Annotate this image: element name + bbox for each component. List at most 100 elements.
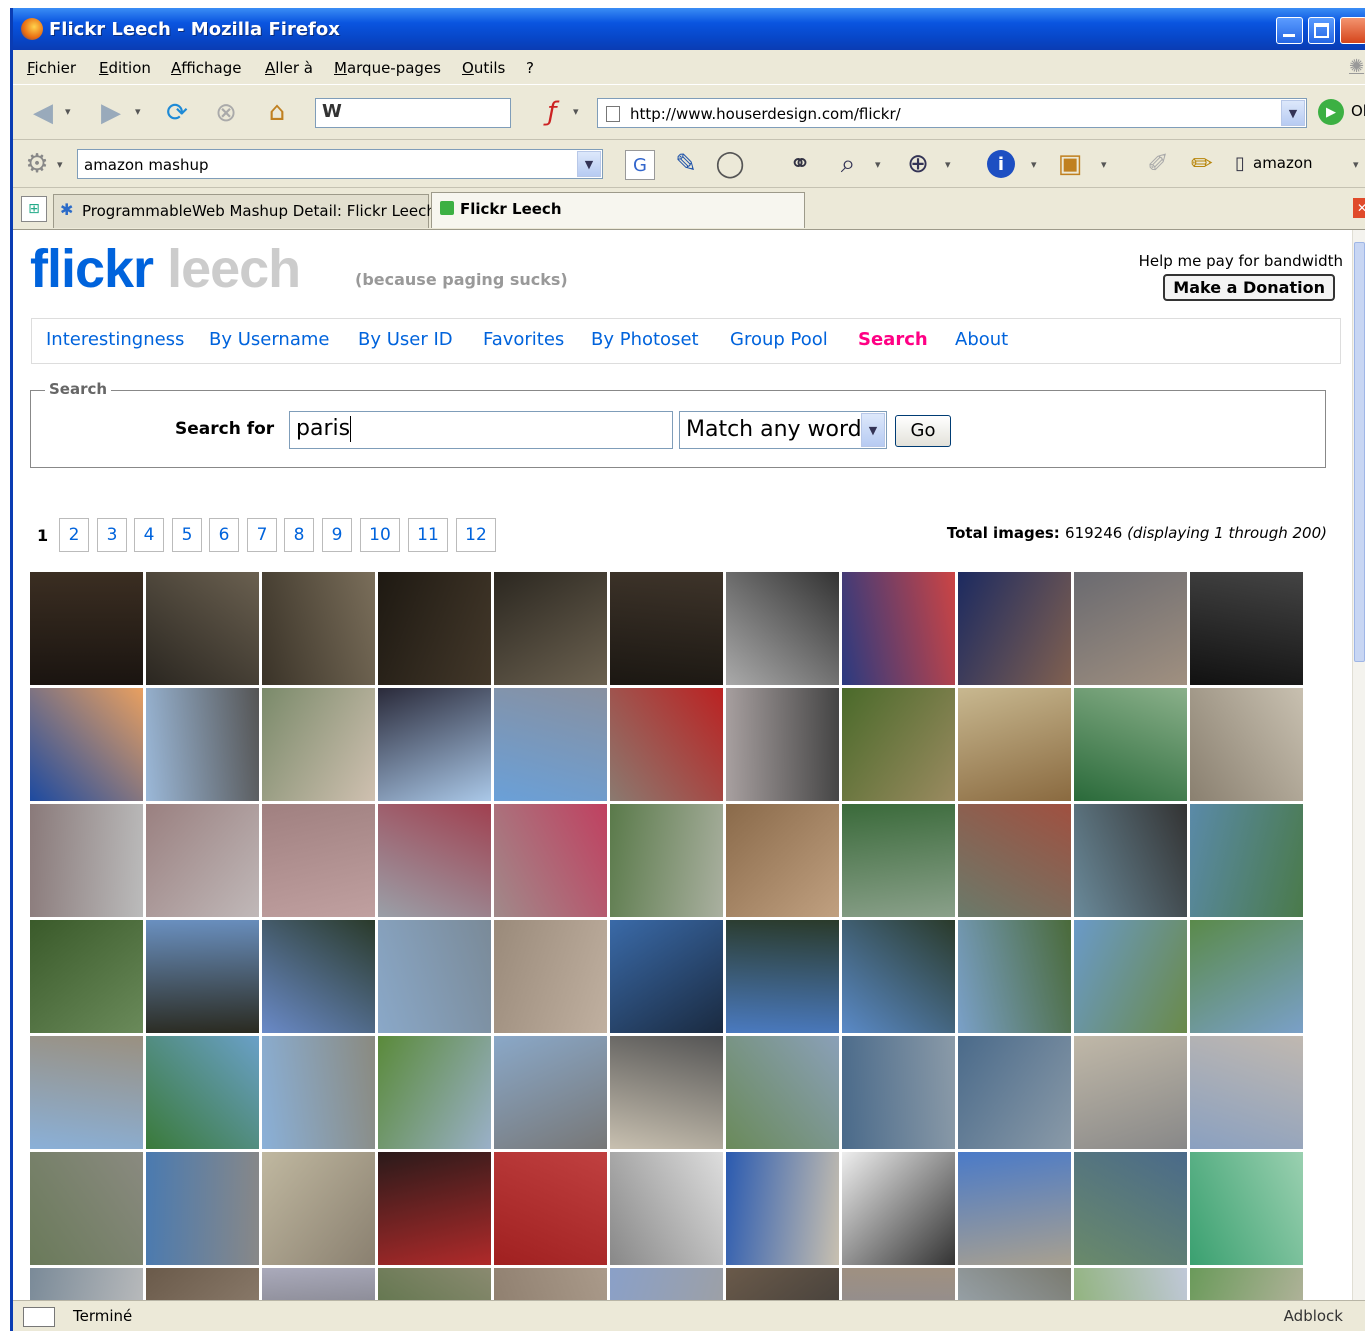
photo-thumbnail[interactable] (262, 920, 375, 1033)
photo-thumbnail[interactable] (378, 1268, 491, 1300)
search-input[interactable]: paris (289, 411, 673, 449)
amazon-icon[interactable]: ▯ (1231, 150, 1249, 176)
photo-thumbnail[interactable] (1074, 688, 1187, 801)
photo-thumbnail[interactable] (378, 1036, 491, 1149)
photo-thumbnail[interactable] (726, 572, 839, 685)
page-link-7[interactable]: 7 (247, 518, 277, 552)
photo-thumbnail[interactable] (726, 1036, 839, 1149)
photo-thumbnail[interactable] (610, 920, 723, 1033)
menu-edition[interactable]: Edition (99, 59, 151, 77)
photo-thumbnail[interactable] (30, 572, 143, 685)
photo-thumbnail[interactable] (726, 1152, 839, 1265)
photo-thumbnail[interactable] (958, 920, 1071, 1033)
photo-thumbnail[interactable] (610, 1152, 723, 1265)
photo-thumbnail[interactable] (1190, 920, 1303, 1033)
photo-thumbnail[interactable] (726, 1268, 839, 1300)
page-link-12[interactable]: 12 (456, 518, 496, 552)
info-icon[interactable]: i (987, 150, 1015, 178)
photo-thumbnail[interactable] (1074, 1152, 1187, 1265)
menu-aller[interactable]: Aller à (265, 59, 313, 77)
zoom-in-icon[interactable]: ⊕ (901, 148, 935, 180)
new-tab-icon[interactable]: ⊞ (21, 196, 47, 222)
photo-thumbnail[interactable] (610, 804, 723, 917)
zoom-dropdown-icon[interactable]: ▾ (945, 158, 951, 171)
photo-thumbnail[interactable] (494, 1268, 607, 1300)
menu-marque-pages[interactable]: Marque-pages (334, 59, 441, 77)
nav-interestingness[interactable]: Interestingness (46, 329, 184, 350)
url-dropdown-icon[interactable]: ▼ (1281, 100, 1305, 126)
page-link-8[interactable]: 8 (284, 518, 314, 552)
photo-thumbnail[interactable] (378, 688, 491, 801)
photo-thumbnail[interactable] (146, 1268, 259, 1300)
go-label[interactable]: Ol (1351, 102, 1365, 120)
toolbar-search-input[interactable]: amazon mashup ▼ (77, 149, 603, 179)
pdf-dropdown-icon[interactable]: ▾ (573, 105, 579, 118)
photo-thumbnail[interactable] (30, 688, 143, 801)
photo-thumbnail[interactable] (842, 1152, 955, 1265)
menu-fichier[interactable]: Fichier (27, 59, 76, 77)
photo-thumbnail[interactable] (842, 1036, 955, 1149)
photo-thumbnail[interactable] (378, 804, 491, 917)
url-bar[interactable]: http://www.houserdesign.com/flickr/ ▼ (597, 98, 1307, 128)
photo-thumbnail[interactable] (30, 1152, 143, 1265)
close-button[interactable] (1340, 17, 1365, 44)
tab-flickr-leech[interactable]: Flickr Leech (431, 192, 805, 228)
photo-thumbnail[interactable] (30, 1036, 143, 1149)
match-mode-dropdown-icon[interactable]: ▼ (861, 413, 885, 447)
photo-thumbnail[interactable] (842, 572, 955, 685)
vertical-scrollbar[interactable] (1352, 230, 1365, 1300)
photo-thumbnail[interactable] (1074, 1036, 1187, 1149)
photo-thumbnail[interactable] (494, 1036, 607, 1149)
page-link-2[interactable]: 2 (59, 518, 89, 552)
binoculars-icon[interactable]: ⚭ (783, 148, 817, 180)
photo-thumbnail[interactable] (30, 804, 143, 917)
scrollbar-thumb[interactable] (1354, 242, 1365, 662)
photo-thumbnail[interactable] (1190, 804, 1303, 917)
minimize-button[interactable] (1276, 17, 1303, 44)
nav-favorites[interactable]: Favorites (483, 329, 564, 350)
photo-thumbnail[interactable] (262, 688, 375, 801)
photo-thumbnail[interactable] (958, 1268, 1071, 1300)
back-dropdown-icon[interactable]: ▾ (65, 105, 71, 118)
adblock-label[interactable]: Adblock (1284, 1307, 1343, 1325)
go-button[interactable]: Go (895, 415, 951, 447)
photo-thumbnail[interactable] (262, 1268, 375, 1300)
overflow-icon[interactable]: ▾ (1353, 158, 1359, 171)
photo-thumbnail[interactable] (146, 920, 259, 1033)
site-logo[interactable]: flickr leech (30, 238, 301, 300)
match-mode-select[interactable]: Match any word ▼ (679, 411, 887, 449)
photo-thumbnail[interactable] (378, 920, 491, 1033)
photo-thumbnail[interactable] (1074, 572, 1187, 685)
comment-icon[interactable]: ◯ (713, 148, 747, 180)
photo-thumbnail[interactable] (842, 688, 955, 801)
forward-icon[interactable]: ▶ (91, 97, 131, 129)
pencil-icon[interactable]: ✏ (1185, 148, 1219, 180)
extension-field[interactable]: W (315, 98, 511, 128)
donate-button[interactable]: Make a Donation (1163, 274, 1335, 301)
page-link-4[interactable]: 4 (134, 518, 164, 552)
photo-thumbnail[interactable] (842, 1268, 955, 1300)
engine-dropdown-icon[interactable]: ▾ (57, 158, 63, 171)
photo-thumbnail[interactable] (1190, 1268, 1303, 1300)
photo-thumbnail[interactable] (842, 804, 955, 917)
forward-dropdown-icon[interactable]: ▾ (135, 105, 141, 118)
home-icon[interactable]: ⌂ (259, 95, 295, 129)
photo-thumbnail[interactable] (1190, 572, 1303, 685)
magnifier-dropdown-icon[interactable]: ▾ (875, 158, 881, 171)
status-pen-icon[interactable] (23, 1307, 55, 1327)
toolbar-search-dropdown-icon[interactable]: ▼ (577, 151, 601, 177)
photo-thumbnail[interactable] (30, 1268, 143, 1300)
photo-thumbnail[interactable] (1074, 1268, 1187, 1300)
page-link-10[interactable]: 10 (360, 518, 400, 552)
info-dropdown-icon[interactable]: ▾ (1031, 158, 1037, 171)
photo-thumbnail[interactable] (262, 1152, 375, 1265)
photo-thumbnail[interactable] (146, 1152, 259, 1265)
photo-thumbnail[interactable] (726, 688, 839, 801)
nav-about[interactable]: About (955, 329, 1008, 350)
photo-thumbnail[interactable] (146, 1036, 259, 1149)
menu-affichage[interactable]: Affichage (171, 59, 241, 77)
nav-by-photoset[interactable]: By Photoset (591, 329, 699, 350)
page-link-5[interactable]: 5 (172, 518, 202, 552)
nav-by-username[interactable]: By Username (209, 329, 329, 350)
photo-thumbnail[interactable] (726, 920, 839, 1033)
